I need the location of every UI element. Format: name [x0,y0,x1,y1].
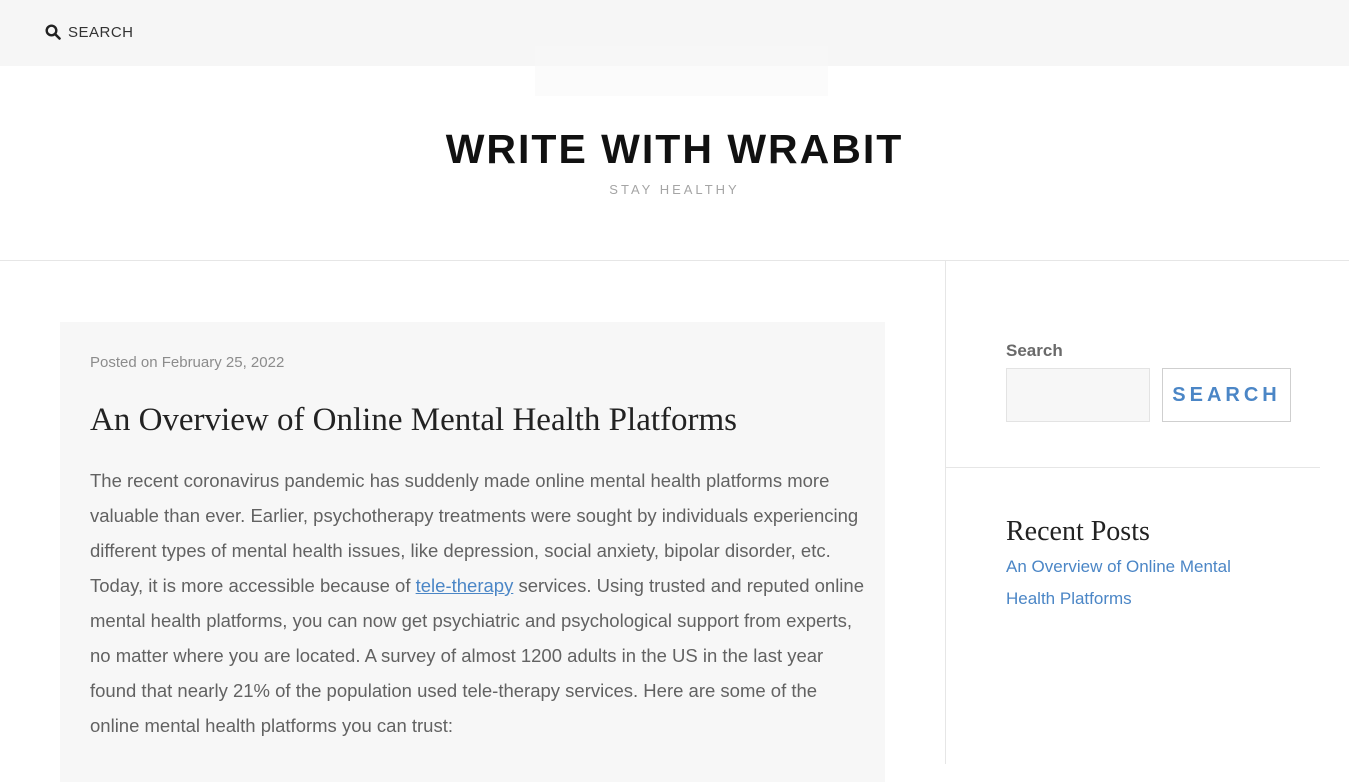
post-card: Posted on February 25, 2022 An Overview … [60,322,885,782]
post-date: Posted on February 25, 2022 [90,354,285,371]
tele-therapy-link[interactable]: tele-therapy [416,575,514,596]
site-title[interactable]: WRITE WITH WRABIT [0,124,1349,174]
recent-post-link[interactable]: An Overview of Online Mental Health Plat… [1006,557,1231,608]
search-button[interactable]: SEARCH [1162,368,1291,422]
search-overlay-shadow [535,46,828,96]
site-branding: WRITE WITH WRABIT STAY HEALTHY [0,100,1349,197]
recent-post-item: An Overview of Online Mental Health Plat… [1006,551,1266,615]
post-body: The recent coronavirus pandemic has sudd… [90,463,865,743]
post-body-text-2: services. Using trusted and reputed onli… [90,575,864,736]
search-input[interactable] [1006,368,1150,422]
search-toggle[interactable]: SEARCH [45,21,134,43]
search-toggle-label: SEARCH [68,23,134,41]
post-title[interactable]: An Overview of Online Mental Health Plat… [90,398,737,442]
recent-posts-title: Recent Posts [1006,516,1150,547]
header-divider [0,260,1349,261]
widget-divider [946,467,1320,468]
search-widget-label: Search [1006,341,1063,360]
sidebar-divider [945,261,946,764]
search-icon [45,24,61,40]
site-tagline: STAY HEALTHY [609,182,740,197]
recent-posts-list: An Overview of Online Mental Health Plat… [1006,551,1266,615]
